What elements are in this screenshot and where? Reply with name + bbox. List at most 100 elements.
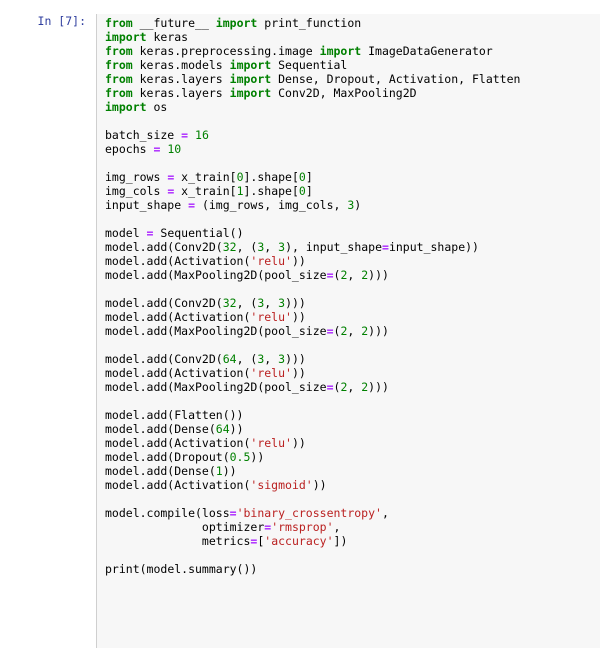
code-line: model.add(MaxPooling2D(pool_size=(2, 2))…	[105, 324, 600, 338]
code-token: epochs	[105, 142, 154, 156]
code-token: model.add(Flatten())	[105, 408, 244, 422]
code-token: from	[105, 44, 133, 58]
code-token: __future__	[132, 16, 216, 30]
code-line: from keras.layers import Conv2D, MaxPool…	[105, 86, 600, 100]
code-token: ,	[347, 324, 362, 338]
code-token: ,	[381, 506, 389, 520]
code-token: ])	[333, 534, 348, 548]
code-token: 0	[298, 184, 306, 198]
code-token: )))	[368, 380, 389, 394]
code-line: print(model.summary())	[105, 562, 600, 576]
code-cell[interactable]: In [7]: from __future__ import print_fun…	[0, 0, 600, 648]
code-token: ))	[250, 450, 265, 464]
code-line: metrics=['accuracy'])	[105, 534, 600, 548]
code-line: img_rows = x_train[0].shape[0]	[105, 170, 600, 184]
code-token: ].shape[	[243, 170, 299, 184]
code-token: 'relu'	[250, 366, 292, 380]
code-editor[interactable]: from __future__ import print_function imp…	[105, 16, 600, 576]
code-token: =	[326, 268, 334, 282]
code-input-area[interactable]: from __future__ import print_function imp…	[96, 14, 600, 648]
code-token: (img_rows, img_cols,	[195, 198, 348, 212]
code-token: 'relu'	[250, 254, 292, 268]
code-token: model.add(MaxPooling2D(pool_size	[105, 324, 327, 338]
code-token: from	[105, 58, 133, 72]
code-token: ]	[305, 184, 313, 198]
code-line: model.add(Conv2D(64, (3, 3)))	[105, 352, 600, 366]
code-line: model.add(Activation('relu'))	[105, 254, 600, 268]
code-token: input_shape	[105, 198, 189, 212]
code-token: ImageDataGenerator	[361, 44, 493, 58]
code-line: model.add(MaxPooling2D(pool_size=(2, 2))…	[105, 380, 600, 394]
code-token: model.add(Activation(	[105, 254, 251, 268]
code-line: model = Sequential()	[105, 226, 600, 240]
code-token: 'sigmoid'	[250, 478, 313, 492]
code-token: ), input_shape	[285, 240, 383, 254]
code-line: model.add(Flatten())	[105, 408, 600, 422]
code-token: model.compile(loss	[105, 506, 230, 520]
code-token: 0.5	[229, 450, 251, 464]
code-token: img_rows	[105, 170, 168, 184]
code-token: ,	[264, 296, 279, 310]
code-token: 'relu'	[250, 436, 292, 450]
code-token: ))	[229, 422, 244, 436]
code-token: Sequential	[271, 58, 348, 72]
code-token: model.add(Conv2D(	[105, 240, 223, 254]
code-token: 'relu'	[250, 310, 292, 324]
code-token: img_cols	[105, 184, 168, 198]
code-token: model.add(Dropout(	[105, 450, 230, 464]
code-token: ))	[312, 478, 327, 492]
code-line: model.add(Conv2D(32, (3, 3), input_shape…	[105, 240, 600, 254]
code-token: os	[146, 100, 168, 114]
code-token: import	[229, 72, 272, 86]
code-token: print	[105, 562, 140, 576]
code-token: 1	[236, 184, 244, 198]
code-token: ]	[305, 170, 313, 184]
code-token: print_function	[257, 16, 362, 30]
code-token: ))	[291, 366, 306, 380]
code-token: model.add(Activation(	[105, 478, 251, 492]
code-line: model.add(Dense(64))	[105, 422, 600, 436]
code-line: model.add(Conv2D(32, (3, 3)))	[105, 296, 600, 310]
code-token: optimizer	[105, 520, 265, 534]
code-token: model.add(Activation(	[105, 366, 251, 380]
code-line: img_cols = x_train[1].shape[0]	[105, 184, 600, 198]
code-token: Conv2D, MaxPooling2D	[271, 86, 417, 100]
code-token: import	[319, 44, 362, 58]
code-token: , (	[236, 296, 258, 310]
code-token: ,	[347, 380, 362, 394]
code-token: =	[229, 506, 237, 520]
code-line: model.add(MaxPooling2D(pool_size=(2, 2))…	[105, 268, 600, 282]
code-token: (model.summary())	[139, 562, 258, 576]
code-token: , (	[236, 240, 258, 254]
code-line: from keras.preprocessing.image import Im…	[105, 44, 600, 58]
code-token: )))	[285, 352, 306, 366]
code-token: import	[105, 100, 147, 114]
code-token: import	[215, 16, 258, 30]
code-token: , (	[236, 352, 258, 366]
code-token: keras	[146, 30, 189, 44]
code-token: ,	[264, 352, 279, 366]
code-line: optimizer='rmsprop',	[105, 520, 600, 534]
code-token: 10	[167, 142, 182, 156]
notebook-container: In [7]: from __future__ import print_fun…	[0, 0, 600, 648]
execution-count-prompt[interactable]: In [7]:	[0, 14, 96, 28]
code-line: model.add(Dropout(0.5))	[105, 450, 600, 464]
code-line: model.add(Activation('relu'))	[105, 436, 600, 450]
code-line: batch_size = 16	[105, 128, 600, 142]
code-token: ,	[333, 520, 341, 534]
code-token: Sequential()	[153, 226, 244, 240]
code-token: Dense, Dropout, Activation, Flatten	[271, 72, 521, 86]
code-token: 64	[215, 422, 230, 436]
code-token: ))	[291, 310, 306, 324]
code-token: 16	[195, 128, 209, 142]
code-token: model.add(Dense(	[105, 464, 216, 478]
code-token: =	[326, 380, 334, 394]
code-token: input_shape))	[388, 240, 479, 254]
